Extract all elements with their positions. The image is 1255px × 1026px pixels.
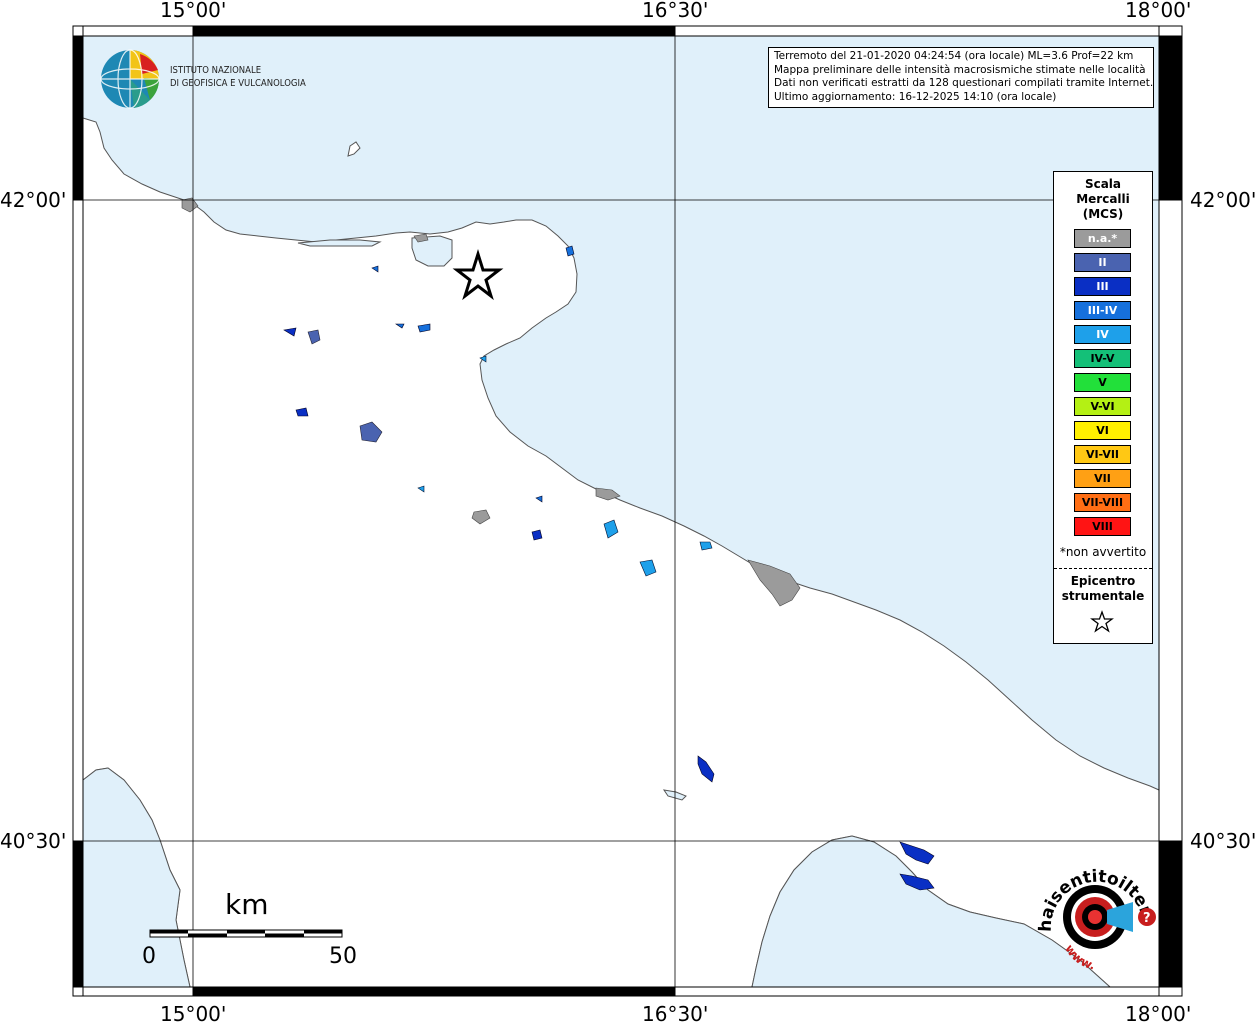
legend-epicenter-line1: Epicentro xyxy=(1070,574,1136,588)
ingv-logo xyxy=(100,48,164,115)
event-info-line4: Ultimo aggiornamento: 16-12-2025 14:10 (… xyxy=(774,90,1057,103)
lon-tick-bottom-1: 15°00' xyxy=(160,1002,227,1026)
legend-item: IV-V xyxy=(1074,349,1131,368)
lon-tick-top-1: 15°00' xyxy=(160,0,227,22)
legend-title-line1: Scala xyxy=(1084,177,1122,191)
legend-item: III xyxy=(1074,277,1131,296)
scale-min: 0 xyxy=(142,944,156,969)
legend-title: Scala Mercalli (MCS) xyxy=(1054,177,1152,222)
legend-title-line3: (MCS) xyxy=(1082,207,1124,221)
legend-item: III-IV xyxy=(1074,301,1131,320)
legend-item: n.a.* xyxy=(1074,229,1131,248)
ingv-name-line1: ISTITUTO NAZIONALE xyxy=(170,65,262,76)
legend-item: V xyxy=(1074,373,1131,392)
lon-tick-bottom-3: 18°00' xyxy=(1125,1002,1192,1026)
legend-item: II xyxy=(1074,253,1131,272)
event-info-box: Terremoto del 21-01-2020 04:24:54 (ora l… xyxy=(768,47,1154,108)
legend-item: VI xyxy=(1074,421,1131,440)
legend-separator xyxy=(1054,568,1152,569)
legend-title-line2: Mercalli xyxy=(1076,192,1130,206)
event-info-line3: Dati non verificati estratti da 128 ques… xyxy=(774,77,1154,89)
legend-epicenter-line2: strumentale xyxy=(1061,589,1145,603)
legend-item: VIII xyxy=(1074,517,1131,536)
mcs-legend: Scala Mercalli (MCS) n.a.* II III III-IV IV I… xyxy=(1053,171,1153,644)
ingv-name-line2: DI GEOFISICA E VULCANOLOGIA xyxy=(170,78,306,89)
scale-unit: km xyxy=(225,888,269,921)
ingv-globe-icon xyxy=(100,49,160,109)
lat-tick-right-1: 42°00' xyxy=(1190,188,1255,212)
ingv-name: ISTITUTO NAZIONALE DI GEOFISICA E VULCAN… xyxy=(170,64,306,90)
legend-star-icon xyxy=(1090,610,1114,633)
lat-tick-left-1: 42°00' xyxy=(0,188,67,212)
lon-tick-top-2: 16°30' xyxy=(642,0,709,22)
hsit-logo: haisentitoilterremoto.it www. ? xyxy=(1035,862,1158,972)
scale-max: 50 xyxy=(329,944,357,969)
scale-bar xyxy=(149,929,343,938)
event-info-line1: Terremoto del 21-01-2020 04:24:54 (ora l… xyxy=(774,50,1134,62)
svg-text:?: ? xyxy=(1143,911,1151,926)
legend-item: VII xyxy=(1074,469,1131,488)
legend-item: IV xyxy=(1074,325,1131,344)
legend-epicenter-label: Epicentro strumentale xyxy=(1054,574,1152,604)
legend-item: V-VI xyxy=(1074,397,1131,416)
lon-tick-top-3: 18°00' xyxy=(1125,0,1192,22)
lon-tick-bottom-2: 16°30' xyxy=(642,1002,709,1026)
legend-item: VII-VIII xyxy=(1074,493,1131,512)
legend-note: *non avvertito xyxy=(1059,545,1147,559)
event-info-line2: Mappa preliminare delle intensità macros… xyxy=(774,63,1146,76)
legend-item: VI-VII xyxy=(1074,445,1131,464)
lat-tick-right-2: 40°30' xyxy=(1190,829,1255,853)
lat-tick-left-2: 40°30' xyxy=(0,829,67,853)
